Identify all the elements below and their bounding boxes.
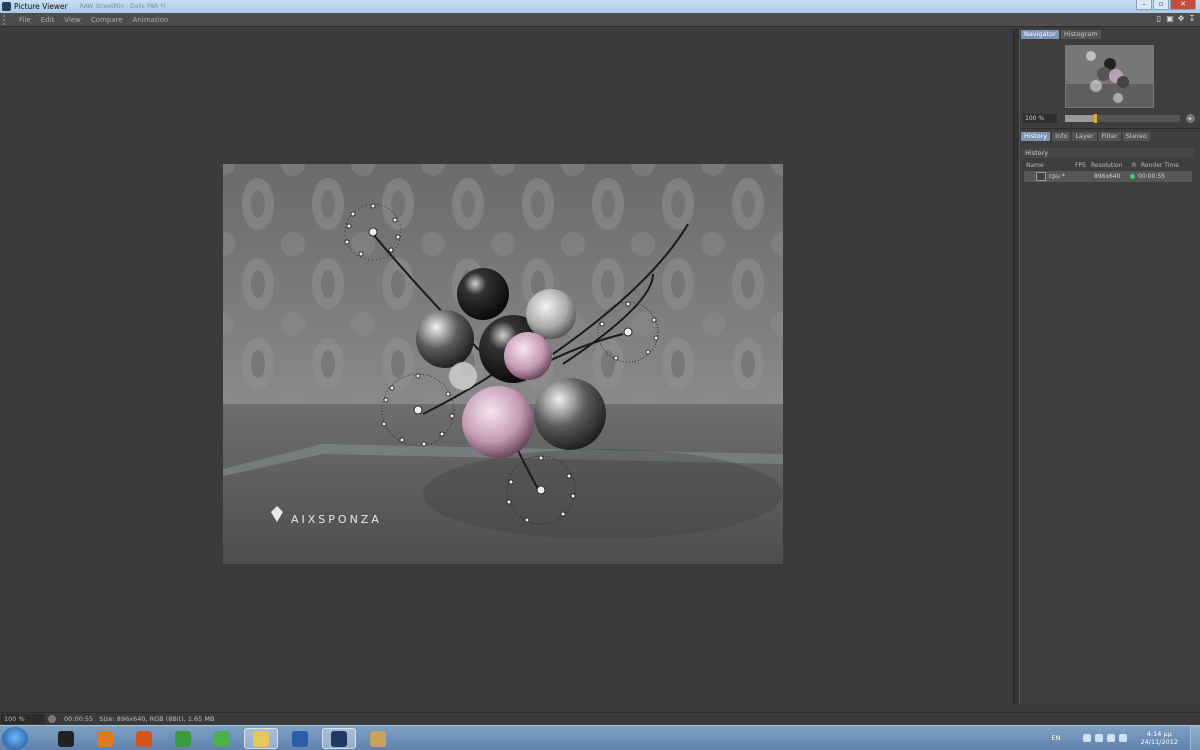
rendered-image: AIXSPONZA	[223, 164, 783, 564]
navigator-thumbnail[interactable]	[1065, 45, 1154, 108]
zoom-slider-handle[interactable]	[1093, 113, 1097, 123]
navigator-zoom-input[interactable]: 100 %	[1023, 113, 1057, 123]
col-render-time[interactable]: Render Time	[1141, 161, 1179, 170]
history-thumbnail	[1036, 172, 1046, 181]
window-subtitle: RAW StreetMin - Dalis PAR *)	[79, 3, 166, 10]
clock-date: 24/11/2012	[1140, 738, 1178, 746]
history-row[interactable]: cpu * 896x640 00:00:55	[1024, 171, 1192, 182]
pattern-icon	[292, 730, 308, 747]
taskbar: EN 4:14 μμ 24/11/2012	[0, 725, 1200, 750]
dock-icon[interactable]: ▣	[1166, 14, 1174, 24]
tab-histogram[interactable]: Histogram	[1060, 30, 1101, 39]
media-player-icon	[97, 730, 113, 747]
tab-stereo[interactable]: Stereo	[1122, 132, 1150, 141]
status-bar: 100 % 00:00:55 Size: 896x640, RGB (8Bit)…	[0, 712, 1200, 725]
taskbar-app-button[interactable]	[244, 728, 278, 749]
tray-arrow-icon[interactable]	[1082, 734, 1091, 742]
history-resolution: 896x640	[1094, 173, 1121, 180]
firefox-icon	[136, 730, 152, 747]
menu-animation[interactable]: Animation	[128, 16, 174, 24]
menu-compare[interactable]: Compare	[86, 16, 128, 24]
maximize-button[interactable]: ▫	[1153, 0, 1169, 10]
app-icon	[2, 2, 11, 11]
history-header: Name FPS Resolution R Render Time	[1024, 161, 1194, 170]
layout-icon[interactable]: ▯	[1155, 14, 1163, 24]
side-panel: Navigator Histogram 100 % ▸ History Info…	[1020, 28, 1200, 704]
cinema4d-icon	[331, 730, 347, 747]
col-name[interactable]: Name	[1026, 161, 1044, 170]
zoom-play-icon[interactable]: ▸	[1186, 113, 1195, 123]
title-bar: Picture Viewer RAW StreetMin - Dalis PAR…	[0, 0, 1200, 13]
panel-divider	[1020, 128, 1200, 129]
app-icon	[58, 730, 74, 747]
pin-icon[interactable]: ↧	[1188, 14, 1196, 24]
taskbar-app-button[interactable]	[361, 728, 395, 749]
panel-splitter[interactable]	[1013, 28, 1020, 704]
navigator-zoom-row: 100 % ▸	[1023, 113, 1197, 123]
menu-view[interactable]: View	[59, 16, 86, 24]
chrome-icon	[175, 730, 191, 747]
system-tray: EN 4:14 μμ 24/11/2012	[1052, 726, 1200, 750]
history-name: cpu *	[1049, 173, 1065, 180]
show-desktop-button[interactable]	[1190, 726, 1200, 750]
start-button[interactable]	[2, 727, 28, 750]
status-zoom-input[interactable]: 100 %	[1, 714, 45, 724]
window-title: Picture Viewer	[14, 2, 68, 11]
language-indicator[interactable]: EN	[1052, 734, 1061, 742]
col-resolution[interactable]: Resolution	[1091, 161, 1122, 170]
col-r[interactable]: R	[1132, 161, 1136, 170]
menu-bar: File Edit View Compare Animation ▯ ▣ ✥ ↧	[0, 13, 1200, 27]
history-render-time: 00:00:55	[1138, 173, 1165, 180]
status-image-info: Size: 896x640, RGB (8Bit), 1.65 MB	[99, 715, 215, 723]
menu-file[interactable]: File	[14, 16, 36, 24]
utorrent-icon	[214, 730, 230, 747]
tab-filter[interactable]: Filter	[1098, 132, 1121, 141]
menu-edit[interactable]: Edit	[36, 16, 60, 24]
watermark-text: AIXSPONZA	[291, 513, 382, 526]
navigator-zoom-slider[interactable]	[1065, 113, 1180, 123]
zoom-slider-fill	[1065, 114, 1094, 122]
tray-app-icon[interactable]	[1094, 734, 1103, 742]
tab-navigator[interactable]: Navigator	[1021, 30, 1059, 39]
status-render-time: 00:00:55	[64, 715, 94, 723]
history-section-title: History	[1022, 148, 1194, 158]
close-button[interactable]: ✕	[1170, 0, 1196, 10]
status-zoom-play-icon[interactable]	[48, 715, 56, 723]
taskbar-app-button[interactable]	[322, 728, 356, 749]
clock-time: 4:14 μμ	[1146, 730, 1172, 738]
taskbar-app-button[interactable]	[283, 728, 317, 749]
explorer-icon	[253, 730, 269, 747]
col-fps[interactable]: FPS	[1075, 161, 1086, 170]
minimize-button[interactable]: –	[1136, 0, 1152, 10]
taskbar-app-button[interactable]	[166, 728, 200, 749]
taskbar-app-button[interactable]	[127, 728, 161, 749]
image-viewport[interactable]: AIXSPONZA	[0, 28, 1013, 704]
clock[interactable]: 4:14 μμ 24/11/2012	[1141, 730, 1178, 746]
network-icon[interactable]	[1106, 734, 1115, 742]
move-icon[interactable]: ✥	[1177, 14, 1185, 24]
volume-icon[interactable]	[1118, 734, 1127, 742]
tab-info[interactable]: Info	[1052, 132, 1071, 141]
history-status-icon	[1130, 174, 1135, 179]
tab-layer[interactable]: Layer	[1072, 132, 1097, 141]
taskbar-app-button[interactable]	[49, 728, 83, 749]
tab-history[interactable]: History	[1021, 132, 1051, 141]
menu-grip	[3, 14, 11, 25]
taskbar-app-button[interactable]	[88, 728, 122, 749]
taskbar-app-button[interactable]	[205, 728, 239, 749]
paint-icon	[370, 730, 386, 747]
